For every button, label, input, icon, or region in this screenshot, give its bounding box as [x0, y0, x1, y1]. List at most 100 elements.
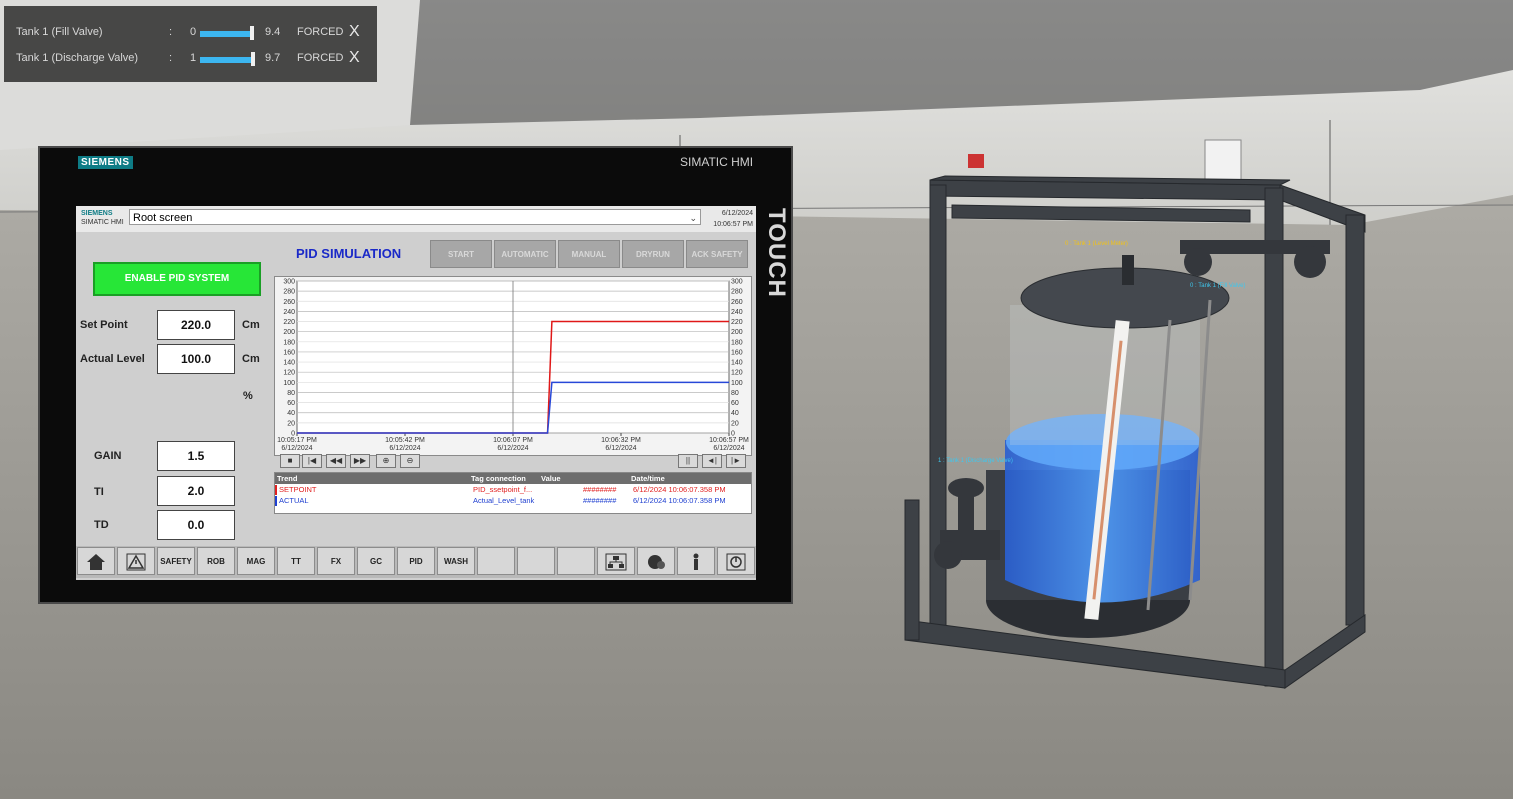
x-tick-time: 10:06:07 PM — [493, 437, 533, 444]
blank-button-2[interactable] — [517, 547, 555, 575]
manual-button[interactable]: MANUAL — [558, 240, 620, 268]
wash-button[interactable]: WASH — [437, 547, 475, 575]
y-tick-label-right: 300 — [731, 279, 743, 286]
close-icon[interactable]: X — [349, 49, 360, 67]
force-slider-value: 9.4 — [265, 26, 281, 38]
header-value: Value — [541, 474, 561, 483]
blank-button-1[interactable] — [477, 547, 515, 575]
x-tick-date: 6/12/2024 — [389, 445, 420, 452]
safety-button[interactable]: SAFETY — [157, 547, 195, 575]
y-tick-label-left: 40 — [287, 410, 295, 417]
rewind-icon[interactable]: ◀◀ — [326, 454, 346, 468]
y-tick-label-left: 180 — [283, 339, 295, 346]
y-tick-label-right: 20 — [731, 420, 739, 427]
y-tick-label-left: 300 — [283, 279, 295, 286]
row-tag: PID_ssetpoint_f... — [473, 485, 533, 494]
force-slider-track[interactable] — [200, 57, 253, 63]
y-tick-label-left: 80 — [287, 390, 295, 397]
zoom-in-icon[interactable]: ⊕ — [376, 454, 396, 468]
setpoint-label: Set Point — [80, 319, 128, 331]
y-tick-label-right: 220 — [731, 319, 743, 326]
page-title: PID SIMULATION — [296, 246, 402, 261]
ruler-forward-icon[interactable]: |► — [726, 454, 746, 468]
dryrun-button[interactable]: DRYRUN — [622, 240, 684, 268]
force-slider-thumb[interactable] — [250, 26, 254, 40]
y-tick-label-left: 220 — [283, 319, 295, 326]
rob-button[interactable]: ROB — [197, 547, 235, 575]
td-field[interactable]: 0.0 — [157, 510, 235, 540]
row-datetime: 6/12/2024 10:06:07.358 PM — [633, 496, 726, 505]
actual-level-field: 100.0 — [157, 344, 235, 374]
y-tick-label-right: 80 — [731, 390, 739, 397]
hmi-date: 6/12/2024 — [721, 210, 753, 217]
home-button[interactable] — [77, 547, 115, 575]
chevron-down-icon[interactable]: ⌄ — [689, 210, 697, 226]
y-tick-label-left: 200 — [283, 329, 295, 336]
force-row-fill-valve: Tank 1 (Fill Valve) : 0 9.4 FORCED X — [4, 23, 377, 42]
ruler-back-icon[interactable]: ◄| — [702, 454, 722, 468]
ti-field[interactable]: 2.0 — [157, 476, 235, 506]
globe-icon — [648, 555, 665, 569]
y-tick-label-left: 120 — [283, 370, 295, 377]
tt-button[interactable]: TT — [277, 547, 315, 575]
force-slider-value: 9.7 — [265, 52, 281, 64]
force-raw-value: 1 — [190, 52, 197, 64]
zoom-out-icon[interactable]: ⊖ — [400, 454, 420, 468]
force-slider-thumb[interactable] — [251, 52, 255, 66]
brand-name: SIEMENS — [81, 210, 113, 217]
user-button[interactable] — [677, 547, 715, 575]
blank-button-3[interactable] — [557, 547, 595, 575]
table-row[interactable]: SETPOINT PID_ssetpoint_f... ######## 6/1… — [275, 485, 753, 495]
gc-button[interactable]: GC — [357, 547, 395, 575]
warning-icon — [126, 553, 146, 571]
row-trend: SETPOINT — [279, 485, 317, 494]
trend-table-header: Trend Tag connection Value Date/time — [275, 473, 751, 484]
screen-selector[interactable]: Root screen ⌄ — [129, 209, 701, 225]
fx-button[interactable]: FX — [317, 547, 355, 575]
x-tick-time: 10:05:42 PM — [385, 437, 425, 444]
mag-button[interactable]: MAG — [237, 547, 275, 575]
power-button[interactable] — [717, 547, 755, 575]
setpoint-field[interactable]: 220.0 — [157, 310, 235, 340]
tag-fill-valve: 0 : Tank 1 (Fill Valve) — [1190, 283, 1245, 289]
row-value: ######## — [583, 496, 617, 505]
table-row[interactable]: ACTUAL Actual_Level_tank ######## 6/12/2… — [275, 496, 753, 506]
gain-field[interactable]: 1.5 — [157, 441, 235, 471]
tag-level-meter: 0 : Tank 1 (Level Meter) — [1065, 241, 1128, 247]
ack-safety-button[interactable]: ACK SAFETY — [686, 240, 748, 268]
enable-pid-button[interactable]: ENABLE PID SYSTEM — [93, 262, 261, 296]
stop-icon[interactable]: ■ — [280, 454, 300, 468]
automatic-button[interactable]: AUTOMATIC — [494, 240, 556, 268]
x-tick-date: 6/12/2024 — [497, 445, 528, 452]
y-tick-label-left: 60 — [287, 400, 295, 407]
globe-button[interactable] — [637, 547, 675, 575]
hmi-screen: SIEMENS SIMATIC HMI Root screen ⌄ 6/12/2… — [76, 206, 756, 580]
network-button[interactable] — [597, 547, 635, 575]
hmi-panel: SIEMENS SIMATIC HMI TOUCH SIEMENS SIMATI… — [38, 146, 793, 604]
force-separator: : — [169, 52, 173, 64]
x-tick-date: 6/12/2024 — [605, 445, 636, 452]
trend-chart: 0 0 20 20 40 40 60 60 80 80 100 100 120 120 140 140 160 1… — [274, 276, 752, 456]
pid-button[interactable]: PID — [397, 547, 435, 575]
setpoint-unit: Cm — [242, 319, 260, 331]
hmi-time: 10:06:57 PM — [713, 221, 753, 228]
y-tick-label-right: 240 — [731, 309, 743, 316]
forward-icon[interactable]: ▶▶ — [350, 454, 370, 468]
ti-label: TI — [94, 486, 104, 498]
x-tick-date: 6/12/2024 — [713, 445, 744, 452]
y-tick-label-right: 180 — [731, 339, 743, 346]
y-tick-label-right: 260 — [731, 299, 743, 306]
alarm-button[interactable] — [117, 547, 155, 575]
force-state: FORCED — [297, 52, 344, 64]
ruler-icon[interactable]: || — [678, 454, 698, 468]
close-icon[interactable]: X — [349, 23, 360, 41]
first-icon[interactable]: |◀ — [302, 454, 322, 468]
y-tick-label-right: 100 — [731, 380, 743, 387]
force-slider-track[interactable] — [200, 31, 253, 37]
y-tick-label-left: 100 — [283, 380, 295, 387]
forced-tags-panel: Tank 1 (Fill Valve) : 0 9.4 FORCED X Tan… — [4, 6, 377, 82]
start-button[interactable]: START — [430, 240, 492, 268]
x-tick-time: 10:05:17 PM — [277, 437, 317, 444]
hmi-model-label: SIMATIC HMI — [680, 155, 754, 169]
trend-toolbar: ■ |◀ ◀◀ ▶▶ ⊕ ⊖ || ◄| |► — [274, 454, 750, 470]
